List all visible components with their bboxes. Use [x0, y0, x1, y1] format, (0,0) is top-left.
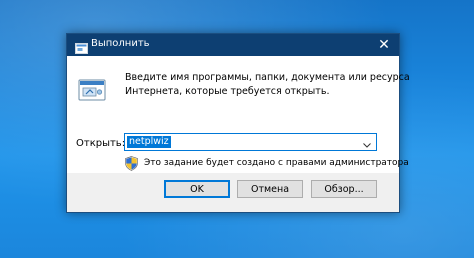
- close-icon: ✕: [378, 37, 390, 53]
- ok-button[interactable]: OK: [164, 180, 230, 198]
- close-button[interactable]: ✕: [369, 34, 399, 56]
- open-label: Открыть:: [76, 138, 126, 149]
- chevron-down-icon: [363, 133, 371, 152]
- prompt-line-1: Введите имя программы, папки, документа …: [125, 72, 410, 83]
- run-app-icon: [75, 39, 88, 54]
- uac-shield-icon: [125, 156, 138, 171]
- browse-button[interactable]: Обзор...: [311, 180, 377, 198]
- prompt-line-2: Интернета, которые требуется открыть.: [125, 86, 330, 97]
- admin-note: Это задание будет создано с правами адми…: [144, 158, 409, 168]
- open-combobox[interactable]: netplwiz: [124, 133, 377, 151]
- open-input-value[interactable]: netplwiz: [127, 136, 171, 148]
- dialog-body: Введите имя программы, папки, документа …: [67, 56, 410, 173]
- open-dropdown-button[interactable]: [359, 134, 375, 150]
- run-program-icon: [78, 79, 106, 101]
- window-title: Выполнить: [91, 38, 150, 49]
- cancel-button[interactable]: Отмена: [237, 180, 303, 198]
- run-dialog: Выполнить ✕ Введите имя программы, папки…: [66, 33, 410, 213]
- title-bar[interactable]: Выполнить ✕: [67, 34, 399, 56]
- prompt-text: Введите имя программы, папки, документа …: [125, 71, 410, 99]
